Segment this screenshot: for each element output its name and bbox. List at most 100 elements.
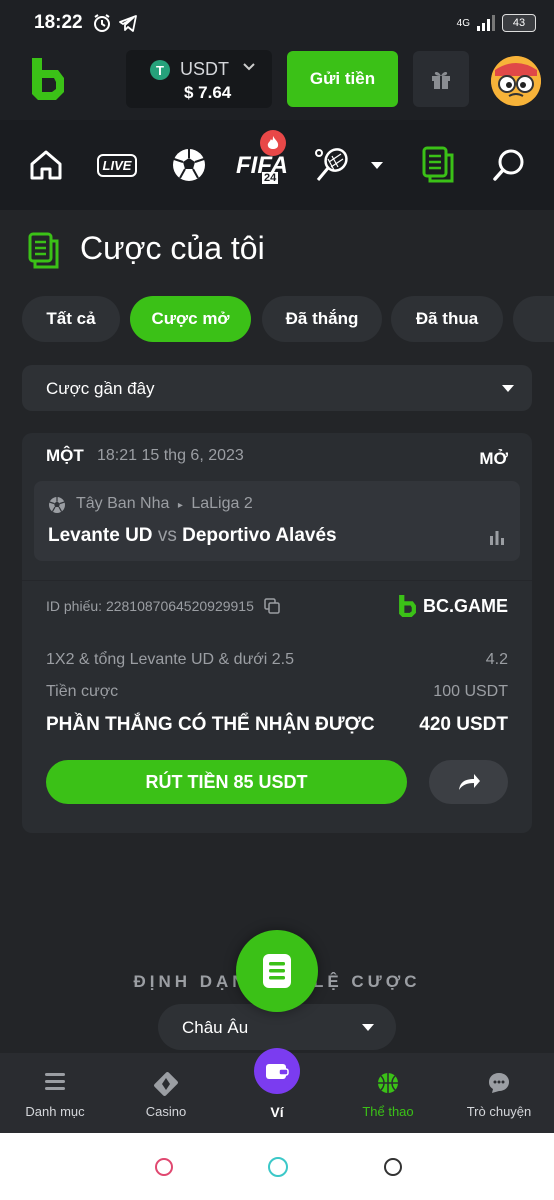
match-teams: Levante UD vs Deportivo Alavés [48, 525, 337, 547]
tab-all[interactable]: Tất cả [22, 296, 120, 342]
away-team: Deportivo Alavés [182, 525, 337, 546]
bottom-nav-label: Trò chuyện [466, 1104, 532, 1119]
bc-game-brand: BC.GAME [397, 593, 508, 619]
status-bar: 18:22 4G 43 [0, 0, 554, 46]
recent-bets-select[interactable]: Cược gần đây [22, 365, 532, 411]
system-nav-bar [0, 1133, 554, 1200]
stake-label: Tiền cược [46, 683, 119, 700]
caret-down-icon [371, 161, 383, 169]
signal-icon [477, 15, 495, 31]
brand-name: BC.GAME [423, 595, 508, 616]
menu-icon-wrap [0, 1071, 110, 1091]
bet-datetime: 18:21 15 thg 6, 2023 [97, 447, 244, 464]
potential-win-label: PHẦN THẮNG CÓ THỂ NHẬN ĐƯỢC [46, 714, 375, 735]
top-header: T USDT $ 7.64 Gửi tiền [0, 46, 554, 120]
home-team: Levante UD [48, 525, 153, 546]
bottom-nav-label: Casino [145, 1104, 187, 1119]
odds-format-value: Châu Âu [182, 1018, 249, 1037]
wallet-icon [266, 1064, 289, 1079]
currency-name: USDT [180, 59, 229, 79]
bet-slip-icon [422, 146, 454, 183]
casino-icon-wrap [111, 1071, 221, 1097]
recent-apps-button[interactable] [155, 1158, 173, 1176]
status-indicators: 4G 43 [457, 14, 536, 32]
league-name: LaLiga 2 [191, 495, 253, 512]
bottom-nav-label: Thể thao [362, 1104, 414, 1119]
ticket-label: ID phiếu: [46, 598, 103, 614]
bet-type: MỘT [46, 446, 84, 465]
bottom-nav-label: Danh mục [25, 1104, 85, 1119]
soccer-ball-icon [49, 497, 65, 513]
caret-down-icon [502, 385, 514, 392]
sports-icon-wrap [333, 1071, 443, 1095]
bottom-nav-casino[interactable]: Casino [111, 1053, 221, 1133]
search-icon [493, 149, 524, 181]
page-title-icon [28, 232, 59, 269]
battery-level: 43 [512, 17, 526, 29]
chat-icon [489, 1073, 509, 1093]
nav-my-bets[interactable] [416, 144, 460, 186]
ticket-id: ID phiếu: 2281087064520929915 [46, 598, 280, 614]
chat-icon-wrap [444, 1071, 554, 1095]
deposit-button[interactable]: Gửi tiền [287, 51, 398, 107]
network-label: 4G [456, 17, 470, 29]
avatar[interactable] [491, 56, 541, 106]
clock: 18:22 [34, 12, 83, 33]
currency-selector[interactable]: T USDT $ 7.64 [126, 50, 272, 108]
nav-tennis[interactable] [312, 144, 352, 186]
stake-amount: 100 USDT [433, 683, 508, 700]
bet-odds: 4.2 [485, 651, 508, 668]
stats-icon[interactable] [488, 529, 506, 545]
vs-label: vs [157, 525, 177, 546]
basketball-icon [378, 1073, 398, 1093]
nav-more-dropdown[interactable] [364, 144, 390, 186]
menu-icon [45, 1073, 65, 1090]
share-arrow-icon [458, 774, 480, 790]
balance: $ 7.64 [184, 83, 232, 102]
gift-button[interactable] [413, 51, 469, 107]
bottom-nav-label: Ví [270, 1104, 284, 1120]
alarm-icon [94, 14, 110, 32]
nav-search[interactable] [488, 144, 530, 186]
tennis-racket-icon [315, 148, 348, 181]
bet-card: MỘT 18:21 15 thg 6, 2023 MỞ Tây Ban Nha … [22, 433, 532, 833]
home-button[interactable] [268, 1157, 288, 1177]
nav-live[interactable]: LIVE [94, 144, 140, 186]
flame-icon [267, 136, 279, 149]
nav-soccer[interactable] [168, 144, 210, 186]
card-divider [22, 580, 532, 581]
fifa-year: 24 [262, 172, 279, 184]
wallet-button[interactable] [254, 1048, 300, 1094]
bottom-nav-chat[interactable]: Trò chuyện [444, 1053, 554, 1133]
bet-slip-fab[interactable] [236, 930, 318, 1012]
live-badge: LIVE [96, 153, 138, 177]
tab-lost[interactable]: Đã thua [391, 296, 503, 342]
cashout-button[interactable]: RÚT TIỀN 85 USDT [46, 760, 407, 804]
bc-logo [399, 594, 416, 618]
gift-icon [432, 71, 450, 89]
country-name: Tây Ban Nha [76, 495, 170, 512]
nav-home[interactable] [24, 144, 68, 186]
hot-badge [260, 130, 286, 156]
match-info[interactable]: Tây Ban Nha ▸ LaLiga 2 Levante UD vs Dep… [34, 481, 520, 561]
battery-icon: 43 [502, 14, 536, 32]
league-path: Tây Ban Nha ▸ LaLiga 2 [76, 495, 253, 513]
bet-market: 1X2 & tổng Levante UD & dưới 2.5 [46, 651, 295, 668]
chevron-down-icon [243, 63, 255, 71]
back-button[interactable] [384, 1158, 402, 1176]
tab-won[interactable]: Đã thắng [262, 296, 382, 342]
copy-icon[interactable] [264, 598, 280, 614]
bet-slip-icon [263, 954, 291, 988]
bottom-nav-menu[interactable]: Danh mục [0, 1053, 110, 1133]
chevron-right-icon: ▸ [177, 500, 183, 511]
bet-status: MỞ [479, 449, 508, 468]
bc-logo[interactable] [28, 56, 66, 102]
tab-open[interactable]: Cược mở [130, 296, 251, 342]
nav-fifa[interactable]: FIFA 24 [236, 130, 288, 186]
tab-overflow[interactable] [513, 296, 554, 342]
bottom-nav-sports[interactable]: Thể thao [333, 1053, 443, 1133]
sports-nav: LIVE FIFA 24 [0, 120, 554, 210]
telegram-icon [119, 15, 137, 32]
caret-down-icon [362, 1024, 374, 1031]
share-button[interactable] [429, 760, 508, 804]
